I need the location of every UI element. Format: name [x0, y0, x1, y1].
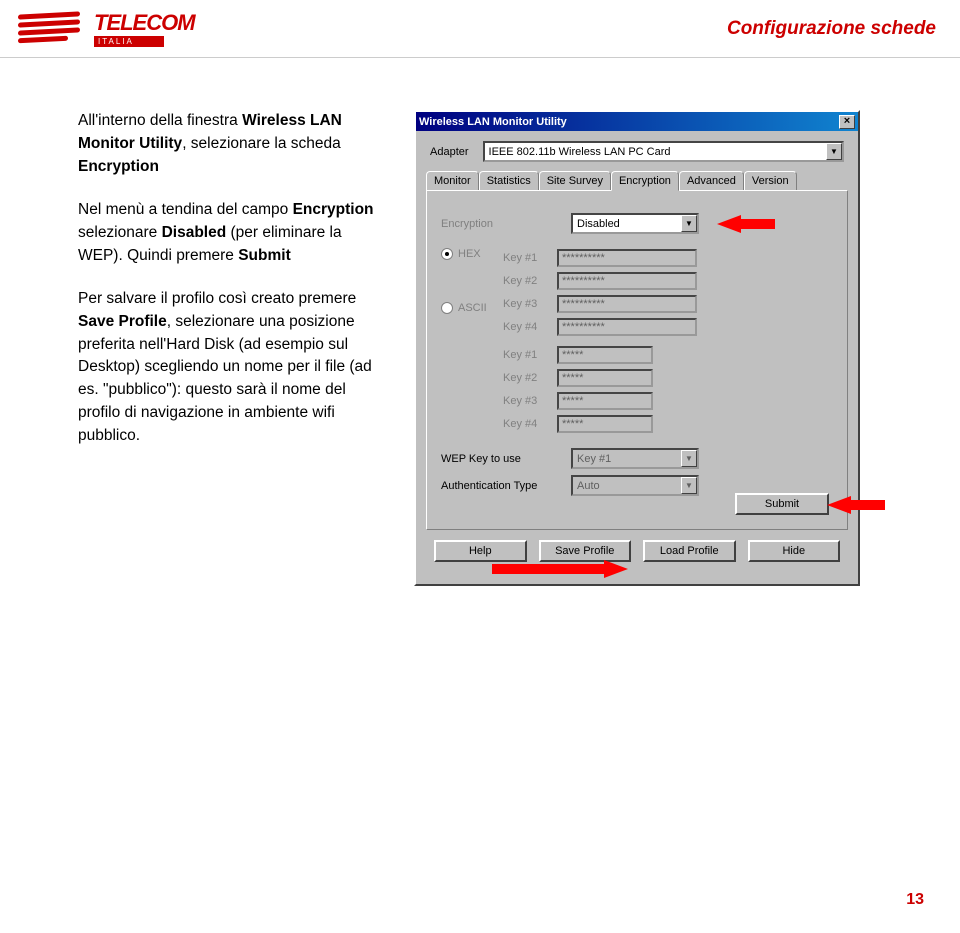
adapter-dropdown[interactable]: IEEE 802.11b Wireless LAN PC Card ▼: [483, 141, 844, 162]
wep-label: WEP Key to use: [441, 453, 571, 465]
chevron-down-icon[interactable]: ▼: [826, 143, 842, 160]
tab-version[interactable]: Version: [744, 171, 797, 191]
help-button[interactable]: Help: [434, 540, 527, 562]
tab-encryption[interactable]: Encryption: [611, 171, 679, 191]
hide-button[interactable]: Hide: [748, 540, 841, 562]
key-input[interactable]: *****: [557, 369, 653, 387]
titlebar: Wireless LAN Monitor Utility ×: [416, 112, 858, 131]
wireless-dialog: Wireless LAN Monitor Utility × Adapter I…: [414, 110, 860, 586]
paragraph-3: Per salvare il profilo così creato preme…: [78, 288, 378, 449]
key-input[interactable]: **********: [557, 318, 697, 336]
paragraph-1: All'interno della finestra Wireless LAN …: [78, 110, 378, 179]
arrow-icon: [604, 560, 628, 578]
key-input[interactable]: *****: [557, 392, 653, 410]
logo-brand: TELECOM: [94, 10, 195, 36]
radio-hex[interactable]: HEX: [441, 248, 501, 260]
wep-dropdown[interactable]: Key #1 ▼: [571, 448, 699, 469]
key-input[interactable]: *****: [557, 346, 653, 364]
page-title: Configurazione schede: [727, 18, 936, 40]
page-header: TELECOM ITALIA Configurazione schede: [0, 0, 960, 58]
close-icon[interactable]: ×: [839, 115, 855, 129]
encryption-dropdown[interactable]: Disabled ▼: [571, 213, 699, 234]
arrow-icon: [827, 496, 851, 514]
tab-advanced[interactable]: Advanced: [679, 171, 744, 191]
dialog-title: Wireless LAN Monitor Utility: [419, 116, 567, 128]
page-number: 13: [906, 891, 924, 909]
key-input[interactable]: **********: [557, 272, 697, 290]
key-input[interactable]: **********: [557, 249, 697, 267]
logo-sub: ITALIA: [94, 36, 164, 47]
tab-monitor[interactable]: Monitor: [426, 171, 479, 191]
chevron-down-icon[interactable]: ▼: [681, 477, 697, 494]
arrow-icon: [717, 215, 741, 233]
key-input[interactable]: **********: [557, 295, 697, 313]
chevron-down-icon[interactable]: ▼: [681, 450, 697, 467]
tab-statistics[interactable]: Statistics: [479, 171, 539, 191]
key-input[interactable]: *****: [557, 415, 653, 433]
auth-label: Authentication Type: [441, 480, 571, 492]
telecom-logo: TELECOM ITALIA: [18, 9, 195, 49]
instruction-text: All'interno della finestra Wireless LAN …: [78, 110, 378, 586]
paragraph-2: Nel menù a tendina del campo Encryption …: [78, 199, 378, 268]
tab-body: Encryption Disabled ▼ HEX ASCII Key #1**…: [426, 190, 848, 530]
submit-button[interactable]: Submit: [735, 493, 829, 515]
tabs: Monitor Statistics Site Survey Encryptio…: [426, 170, 848, 190]
chevron-down-icon[interactable]: ▼: [681, 215, 697, 232]
adapter-label: Adapter: [430, 146, 469, 158]
auth-dropdown[interactable]: Auto ▼: [571, 475, 699, 496]
load-profile-button[interactable]: Load Profile: [643, 540, 736, 562]
save-profile-button[interactable]: Save Profile: [539, 540, 632, 562]
radio-ascii[interactable]: ASCII: [441, 302, 501, 314]
tab-sitesurvey[interactable]: Site Survey: [539, 171, 611, 191]
encryption-label: Encryption: [441, 218, 571, 230]
logo-waves-icon: [18, 9, 88, 49]
